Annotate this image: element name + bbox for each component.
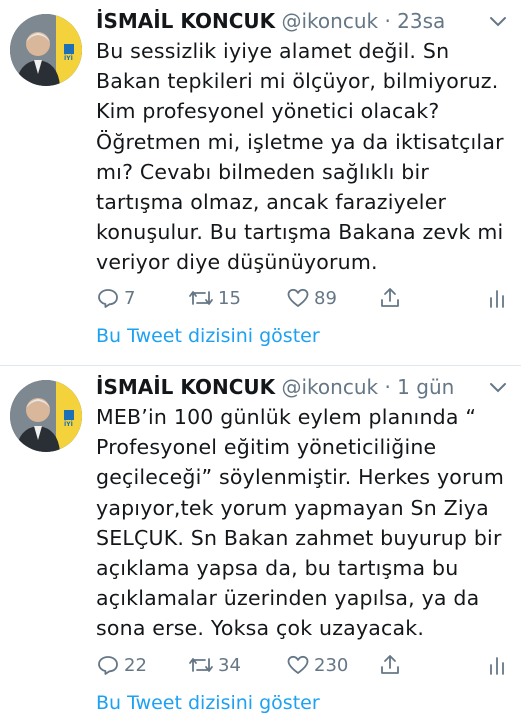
avatar[interactable]: İYİ [10, 14, 82, 86]
reply-icon [96, 286, 120, 310]
share-icon [378, 653, 402, 677]
handle[interactable]: @ikoncuk [282, 375, 379, 399]
separator: · [384, 375, 391, 399]
action-bar: 22 34 230 [96, 650, 516, 680]
handle[interactable]: @ikoncuk [282, 9, 379, 33]
reply-count: 22 [124, 654, 147, 676]
party-badge-label: İYİ [64, 421, 73, 428]
reply-count: 7 [124, 287, 136, 309]
tweet-header: İSMAİL KONCUK @ikoncuk · 1 gün [96, 372, 454, 402]
analytics-icon [488, 286, 506, 310]
heart-icon [286, 286, 310, 310]
tweet-text: Bu sessizlik iyiye alamet değil. Sn Baka… [96, 39, 504, 275]
tweet-text: MEB’in 100 günlük eylem planında “ Profe… [96, 405, 505, 641]
chevron-down-icon[interactable] [487, 376, 509, 398]
chevron-down-icon[interactable] [487, 10, 509, 32]
analytics-button[interactable] [488, 650, 506, 680]
reply-button[interactable]: 22 [96, 650, 147, 680]
share-icon [378, 286, 402, 310]
display-name[interactable]: İSMAİL KONCUK [96, 375, 275, 399]
like-count: 89 [314, 287, 337, 309]
separator: · [384, 9, 391, 33]
timestamp[interactable]: 23sa [397, 9, 445, 33]
tweet[interactable]: İYİ İSMAİL KONCUK @ikoncuk · 23sa Bu ses… [0, 0, 521, 366]
analytics-icon [488, 653, 506, 677]
share-button[interactable] [378, 650, 402, 680]
like-button[interactable]: 230 [286, 650, 348, 680]
heart-icon [286, 653, 310, 677]
timestamp[interactable]: 1 gün [397, 375, 454, 399]
show-thread-link[interactable]: Bu Tweet dizisini göster [96, 325, 320, 347]
display-name[interactable]: İSMAİL KONCUK [96, 9, 275, 33]
reply-icon [96, 653, 120, 677]
retweet-icon [188, 653, 214, 677]
avatar[interactable]: İYİ [10, 380, 82, 452]
tweet-header: İSMAİL KONCUK @ikoncuk · 23sa [96, 6, 445, 36]
analytics-button[interactable] [488, 283, 506, 313]
retweet-button[interactable]: 34 [188, 650, 241, 680]
retweet-icon [188, 286, 214, 310]
reply-button[interactable]: 7 [96, 283, 135, 313]
like-button[interactable]: 89 [286, 283, 337, 313]
action-bar: 7 15 89 [96, 283, 516, 313]
show-thread-link[interactable]: Bu Tweet dizisini göster [96, 692, 320, 714]
share-button[interactable] [378, 283, 402, 313]
retweet-count: 34 [218, 654, 241, 676]
party-badge-label: İYİ [64, 55, 73, 62]
tweet[interactable]: İYİ İSMAİL KONCUK @ikoncuk · 1 gün MEB’i… [0, 366, 521, 721]
retweet-button[interactable]: 15 [188, 283, 241, 313]
like-count: 230 [314, 654, 349, 676]
retweet-count: 15 [218, 287, 241, 309]
